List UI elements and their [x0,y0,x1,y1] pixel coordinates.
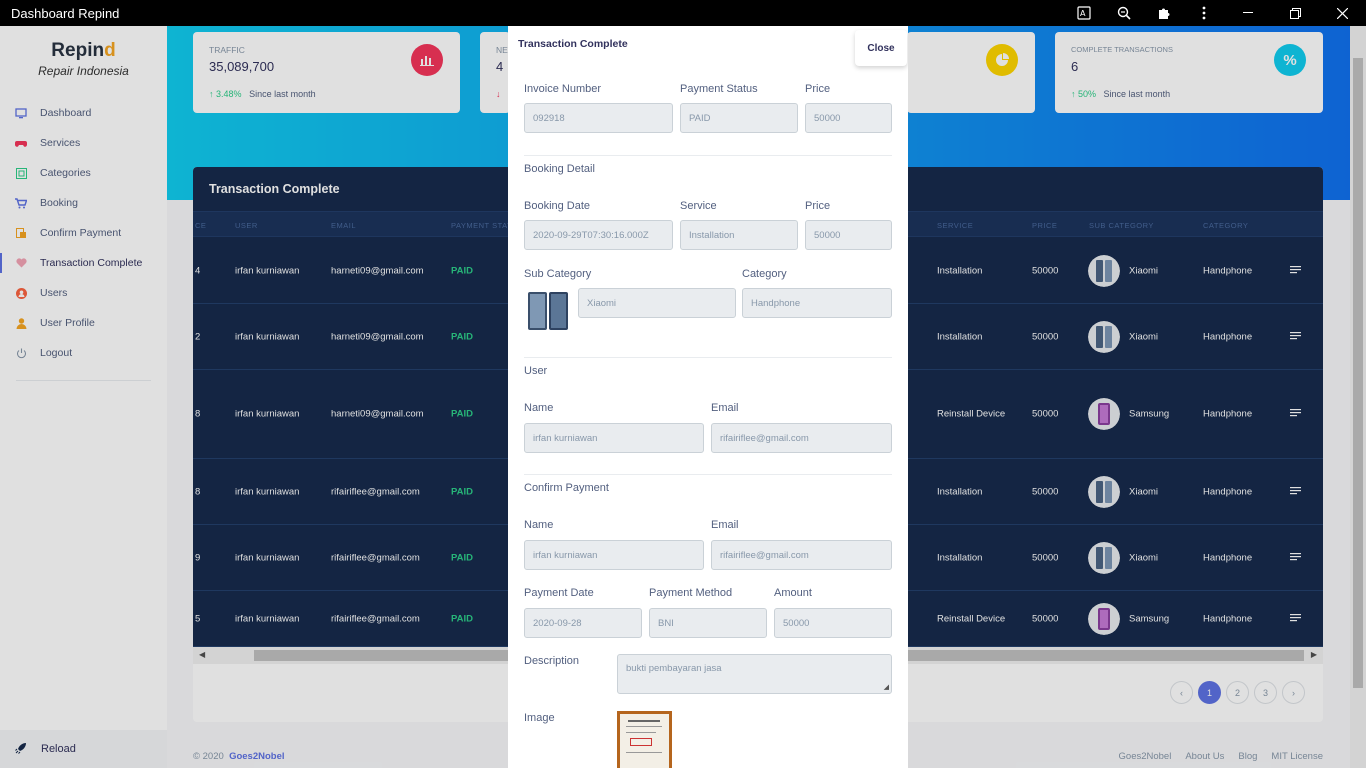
booking-price-label: Price [805,200,831,212]
sub-category-label: Sub Category [524,268,592,280]
booking-date-label: Booking Date [524,200,591,212]
user-heading: User [524,365,548,377]
description-label: Description [524,655,580,667]
restore-icon[interactable] [1272,0,1318,26]
window-title: Dashboard Repind [11,5,120,21]
confirm-email-field[interactable]: rifairiflee@gmail.com [711,540,892,570]
user-name-field[interactable]: irfan kurniawan [524,423,704,453]
image-label: Image [524,712,555,724]
confirm-payment-heading: Confirm Payment [524,482,609,494]
window-titlebar: Dashboard Repind A [0,0,1366,26]
close-button[interactable]: Close [855,30,907,66]
extensions-icon[interactable] [1144,0,1184,26]
price-field[interactable]: 50000 [805,103,892,133]
more-vert-icon[interactable] [1184,0,1224,26]
confirm-name-label: Name [524,519,554,531]
booking-detail-heading: Booking Detail [524,163,595,175]
user-email-label: Email [711,402,739,414]
service-label: Service [680,200,717,212]
section-divider [524,357,892,358]
description-textarea[interactable]: bukti pembayaran jasa ◢ [617,654,892,694]
svg-text:A: A [1080,9,1086,18]
transaction-detail-modal: Transaction Complete Close Invoice Numbe… [508,26,908,768]
payment-status-label: Payment Status [680,83,758,95]
user-name-label: Name [524,402,554,414]
receipt-paper [620,714,669,768]
booking-date-field[interactable]: 2020-09-29T07:30:16.000Z [524,220,673,250]
translate-icon[interactable]: A [1064,0,1104,26]
minimize-icon[interactable] [1224,0,1272,26]
section-divider [524,155,892,156]
price-label: Price [805,83,831,95]
close-window-icon[interactable] [1318,0,1366,26]
confirm-email-label: Email [711,519,739,531]
payment-date-label: Payment Date [524,587,594,599]
section-divider [524,474,892,475]
service-field[interactable]: Installation [680,220,798,250]
payment-method-field[interactable]: BNI [649,608,767,638]
modal-title: Transaction Complete [518,38,628,50]
zoom-out-icon[interactable] [1104,0,1144,26]
amount-field[interactable]: 50000 [774,608,892,638]
description-text: bukti pembayaran jasa [626,663,722,674]
payment-proof-image[interactable] [617,711,672,768]
user-email-field[interactable]: rifairiflee@gmail.com [711,423,892,453]
confirm-name-field[interactable]: irfan kurniawan [524,540,704,570]
amount-label: Amount [774,587,812,599]
payment-method-label: Payment Method [649,587,733,599]
category-field[interactable]: Handphone [742,288,892,318]
category-label: Category [742,268,787,280]
sub-category-field[interactable]: Xiaomi [578,288,736,318]
payment-status-field[interactable]: PAID [680,103,798,133]
invoice-label: Invoice Number [524,83,602,95]
sub-category-image [527,291,569,331]
booking-price-field[interactable]: 50000 [805,220,892,250]
payment-date-field[interactable]: 2020-09-28 [524,608,642,638]
invoice-field[interactable]: 092918 [524,103,673,133]
resize-handle-icon[interactable]: ◢ [884,683,889,691]
